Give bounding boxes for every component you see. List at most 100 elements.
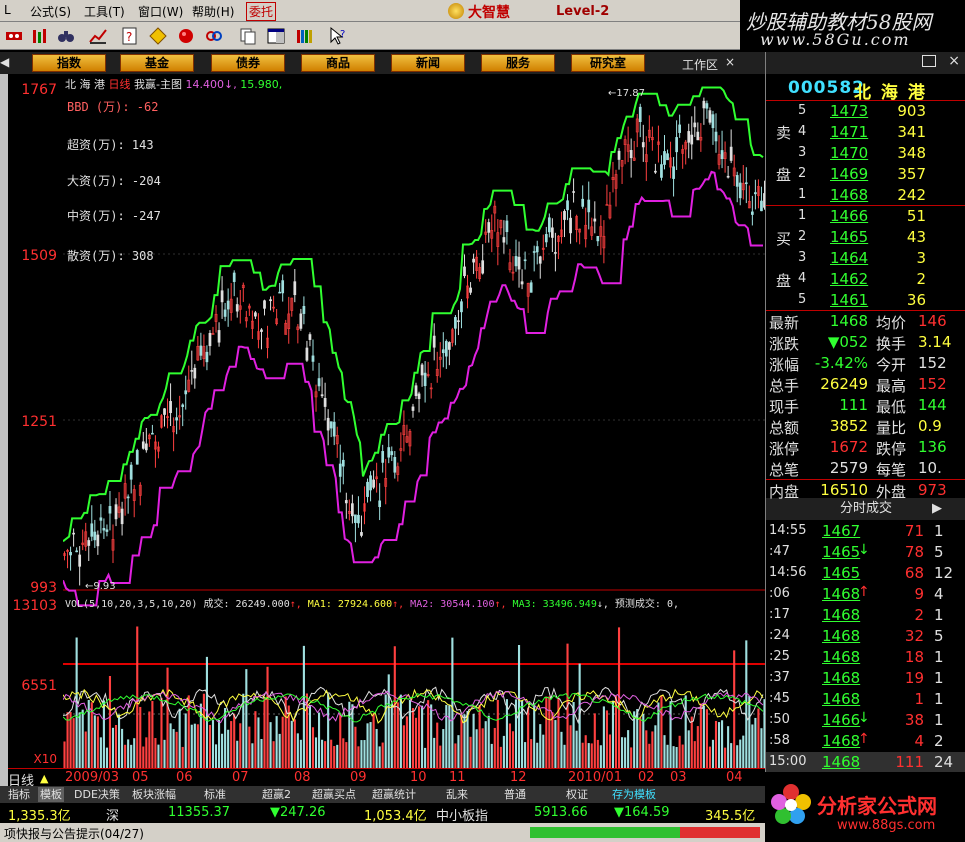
minimize-icon[interactable] <box>922 55 936 67</box>
tab-normal[interactable]: 普通 <box>504 787 526 802</box>
vol-ma1: MA1: 27924.600 <box>307 599 393 610</box>
price[interactable]: 1470 <box>830 144 868 162</box>
news-ticker[interactable]: 项快报与公告提示(04/27) <box>0 823 765 842</box>
price[interactable]: 1471 <box>830 123 868 141</box>
tick-price: 1465 <box>822 543 861 561</box>
sell-row[interactable]: 5 1473 903 <box>766 101 965 122</box>
nav-service-button[interactable]: 服务 <box>481 54 555 72</box>
tick-time: :47 <box>769 544 790 559</box>
layout-icon[interactable] <box>266 26 286 46</box>
workarea-label[interactable]: 工作区 <box>682 56 718 73</box>
menu-tools[interactable]: 工具(T) <box>84 3 125 20</box>
tab-luanlai[interactable]: 乱来 <box>446 787 468 802</box>
nav-research-button[interactable]: 研究室 <box>571 54 645 72</box>
nav-scroll-left-icon[interactable]: ◀ <box>0 55 9 69</box>
x-label: 2009/03 <box>65 770 120 785</box>
tab-template[interactable]: 模板 <box>38 787 64 802</box>
menu-help[interactable]: 帮助(H) <box>192 3 234 20</box>
sell-row[interactable]: 3 1470 348 <box>766 143 965 164</box>
tab-indicator[interactable]: 指标 <box>8 787 30 802</box>
bars-icon[interactable] <box>30 26 50 46</box>
nav-fund-button[interactable]: 基金 <box>120 54 194 72</box>
smb-index: 5913.66 <box>534 805 588 820</box>
tab-chaoying-stats[interactable]: 超赢统计 <box>372 787 416 802</box>
tab-chaoying2[interactable]: 超赢2 <box>262 787 291 802</box>
candle-body <box>90 523 94 537</box>
buy-row[interactable]: 3 1464 3 <box>766 248 965 269</box>
price[interactable]: 1464 <box>830 249 868 267</box>
menu-trade[interactable]: 委托 <box>246 2 277 21</box>
candle-body <box>175 417 178 421</box>
menu-formula[interactable]: 公式(S) <box>30 3 71 20</box>
tab-chaoying-buy[interactable]: 超赢买点 <box>312 787 356 802</box>
nav-index-button[interactable]: 指数 <box>32 54 106 72</box>
nav-close-icon[interactable]: × <box>725 55 735 69</box>
bbd-label: BBD (万): -62 <box>67 100 159 114</box>
menu-window[interactable]: 窗口(W) <box>138 3 183 20</box>
level: 5 <box>798 103 807 118</box>
buy-row[interactable]: 4 1462 2 <box>766 269 965 290</box>
sell-row[interactable]: 4 1471 341 <box>766 122 965 143</box>
price[interactable]: 1473 <box>830 102 868 120</box>
candle-body <box>505 220 509 233</box>
copy-icon[interactable] <box>238 26 258 46</box>
buy-row[interactable]: 5 1461 36 <box>766 290 965 311</box>
close-icon[interactable]: × <box>948 53 960 69</box>
flower-logo-icon <box>771 784 811 824</box>
redball-icon[interactable] <box>176 26 196 46</box>
candle-body <box>135 450 139 465</box>
tab-save-template[interactable]: 存为模板 <box>612 787 656 802</box>
nav-bond-button[interactable]: 债券 <box>211 54 285 72</box>
buy-row[interactable]: 1 1466 51 <box>766 206 965 227</box>
stat-value: 144 <box>918 396 947 414</box>
candle-body <box>323 398 327 407</box>
binoculars-icon[interactable] <box>56 26 76 46</box>
watermark-bottom-url: www.88gs.com <box>837 818 936 833</box>
diamond-icon[interactable] <box>148 26 168 46</box>
x-label: 08 <box>294 770 311 785</box>
app-title: 大智慧 <box>468 5 510 21</box>
candle-body <box>675 137 678 153</box>
tab-dde[interactable]: DDE决策 <box>74 787 120 802</box>
tick-volume: 19 <box>904 669 924 687</box>
price[interactable]: 1468 <box>830 186 868 204</box>
chart-main-indicator: 我赢-主图 <box>134 78 182 91</box>
level: 1 <box>798 208 807 223</box>
price[interactable]: 1461 <box>830 291 868 309</box>
left-scroll-strip[interactable] <box>0 74 8 794</box>
period-up-icon[interactable]: ▲ <box>40 772 48 785</box>
ticks-next-icon[interactable]: ▶ <box>932 498 942 520</box>
help-pointer-icon[interactable]: ? <box>328 26 348 46</box>
nav-commodity-button[interactable]: 商品 <box>301 54 375 72</box>
restore-icon[interactable]: L <box>4 3 11 17</box>
stat-key: 每笔 <box>876 461 907 479</box>
price[interactable]: 1466 <box>830 207 868 225</box>
kline-chart[interactable]: 北 海 港 日线 我赢-主图 14.400↓, 15.980, BBD (万):… <box>63 74 766 768</box>
tick-volume: 78 <box>904 543 924 561</box>
stat-key: 总手 <box>769 377 800 395</box>
tab-warrant[interactable]: 权证 <box>566 787 588 802</box>
link-icon[interactable] <box>204 26 224 46</box>
sell-row[interactable]: 2 1469 357 <box>766 164 965 185</box>
help-doc-icon[interactable]: ? <box>120 26 140 46</box>
tab-sector-gain[interactable]: 板块涨幅 <box>132 787 176 802</box>
nav-news-button[interactable]: 新闻 <box>391 54 465 72</box>
candle-body <box>441 349 445 354</box>
candle-body <box>690 134 694 145</box>
price[interactable]: 1469 <box>830 165 868 183</box>
price[interactable]: 1465 <box>830 228 868 246</box>
tick-row: :47 1465 ↓ 78 5 <box>766 542 965 563</box>
buy-row[interactable]: 2 1465 43 <box>766 227 965 248</box>
tick-price: 1468 <box>822 732 861 750</box>
chart-icon[interactable] <box>88 26 108 46</box>
volume: 348 <box>897 144 926 162</box>
price[interactable]: 1462 <box>830 270 868 288</box>
books-icon[interactable] <box>294 26 314 46</box>
ticker-text[interactable]: 项快报与公告提示(04/27) <box>4 825 144 842</box>
x-label: 06 <box>176 770 193 785</box>
tab-standard[interactable]: 标准 <box>204 787 226 802</box>
chart-canvas[interactable] <box>63 74 766 768</box>
quote-stat-row: 总手 26249 最高 152 <box>766 374 965 395</box>
sell-row[interactable]: 1 1468 242 <box>766 185 965 206</box>
back-icon[interactable] <box>4 26 24 46</box>
